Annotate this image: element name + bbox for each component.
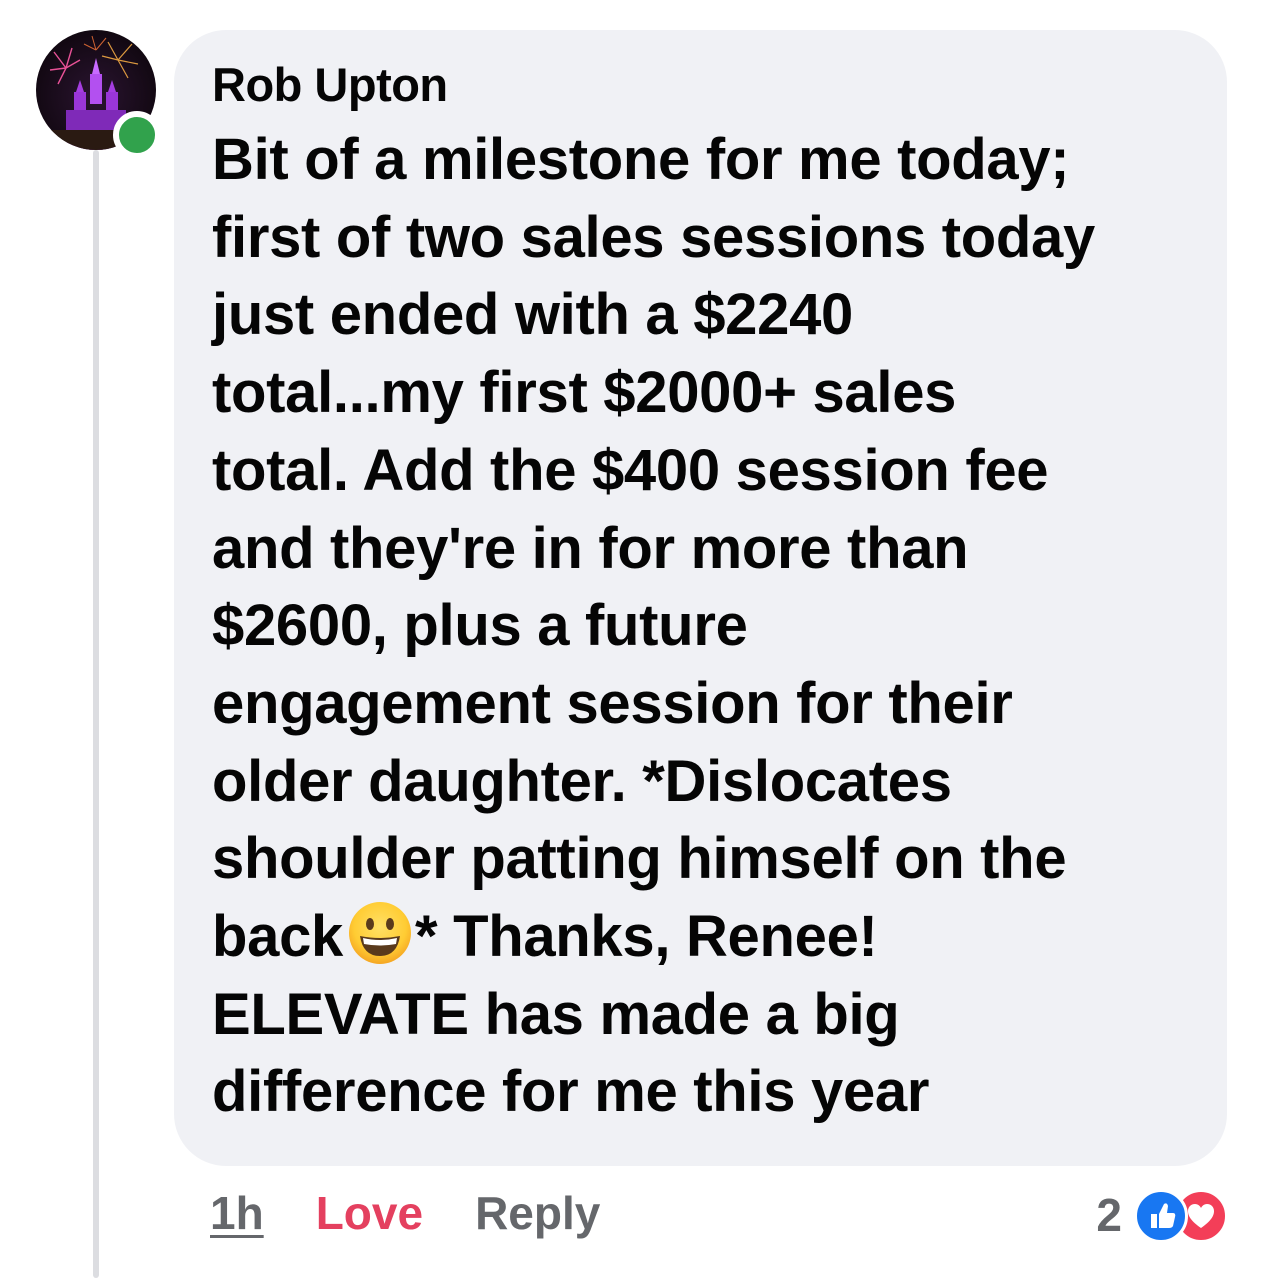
timestamp-link[interactable]: 1h (210, 1183, 264, 1243)
comment-line: engagement session for their (212, 670, 1013, 736)
reaction-count: 2 (1096, 1189, 1122, 1241)
grinning-face-emoji (349, 902, 411, 965)
author-name[interactable]: Rob Upton (212, 54, 1193, 116)
comment-actions: 1h Love Reply (210, 1183, 600, 1243)
comment-line: and they're in for more than (212, 515, 969, 581)
comment-text: Bit of a milestone for me today; first o… (212, 121, 1193, 1131)
comment-bubble: Rob Upton Bit of a milestone for me toda… (174, 30, 1227, 1166)
comment-text-fragment: back (212, 904, 343, 970)
comment-line: ELEVATE has made a big (212, 981, 900, 1047)
like-icon (1134, 1189, 1188, 1243)
comment-thread: Rob Upton Bit of a milestone for me toda… (0, 0, 1284, 1278)
comment-line: difference for me this year (212, 1059, 930, 1125)
comment-text-fragment: * Thanks, Renee! (415, 904, 878, 970)
online-status-indicator (113, 111, 161, 159)
comment-line: $2600, plus a future (212, 593, 748, 659)
thread-line (93, 150, 99, 1278)
comment-line: Bit of a milestone for me today; (212, 127, 1070, 192)
comment-line: just ended with a $2240 (212, 282, 853, 348)
comment-line: total. Add the $400 session fee (212, 437, 1049, 503)
comment-line: older daughter. *Dislocates (212, 748, 952, 814)
reply-button[interactable]: Reply (475, 1183, 600, 1243)
reaction-icons (1134, 1189, 1228, 1243)
comment-line-with-emoji: back * Thanks, Renee! (212, 898, 1193, 976)
comment-line: shoulder patting himself on the (212, 826, 1067, 892)
reaction-summary[interactable]: 2 (1096, 1185, 1228, 1245)
comment-line: first of two sales sessions today (212, 204, 1095, 270)
comment-line: total...my first $2000+ sales (212, 360, 957, 426)
love-button[interactable]: Love (316, 1183, 423, 1243)
